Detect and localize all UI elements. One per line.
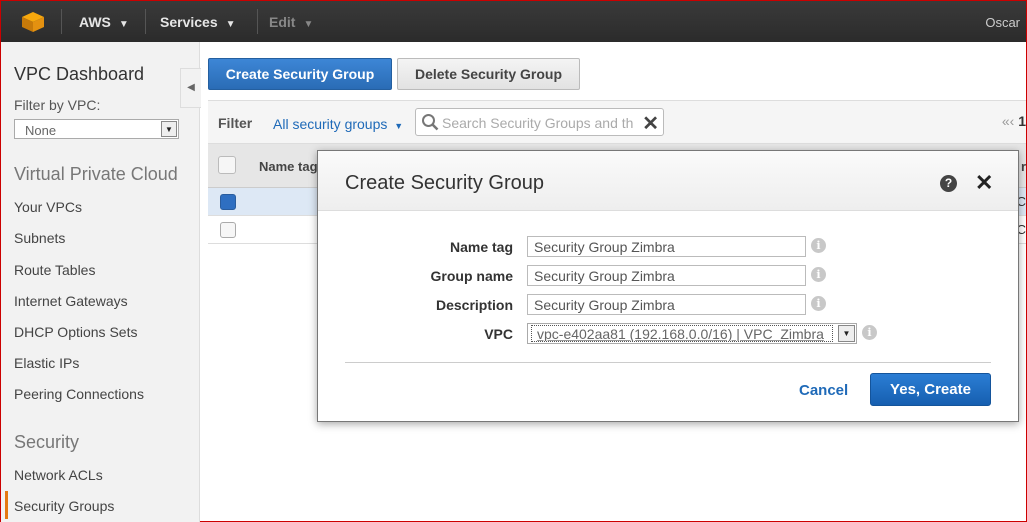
sidebar-title[interactable]: VPC Dashboard bbox=[14, 64, 144, 85]
vpc-select-value: vpc-e402aa81 (192.168.0.0/16) | VPC_Zimb… bbox=[531, 325, 833, 342]
search-icon bbox=[422, 114, 439, 131]
vpc-label: VPC bbox=[484, 326, 513, 342]
sidebar-item-your-vpcs[interactable]: Your VPCs bbox=[14, 199, 82, 215]
column-header-edge: r bbox=[1020, 159, 1026, 174]
collapse-sidebar-button[interactable]: ◀ bbox=[180, 68, 201, 108]
aws-menu[interactable]: AWS ▼ bbox=[79, 14, 129, 30]
dropdown-arrow-icon: ▼ bbox=[161, 121, 177, 137]
filter-dropdown[interactable]: All security groups ▼ bbox=[273, 116, 403, 132]
sidebar-item-security-groups[interactable]: Security Groups bbox=[14, 498, 114, 514]
dropdown-arrow-icon[interactable]: ▼ bbox=[838, 325, 855, 342]
aws-cube-icon[interactable] bbox=[21, 11, 45, 33]
vpc-select[interactable]: vpc-e402aa81 (192.168.0.0/16) | VPC_Zimb… bbox=[527, 323, 857, 344]
select-all-checkbox[interactable] bbox=[218, 156, 236, 174]
cancel-button[interactable]: Cancel bbox=[799, 382, 848, 399]
help-icon[interactable]: ? bbox=[940, 175, 957, 192]
filter-by-vpc-select[interactable]: None ▼ bbox=[14, 119, 179, 139]
dialog-header: Create Security Group ? ✕ bbox=[318, 151, 1018, 211]
sidebar: VPC Dashboard Filter by VPC: None ▼ Virt… bbox=[1, 42, 200, 522]
description-label: Description bbox=[435, 297, 513, 313]
info-icon[interactable]: i bbox=[862, 325, 877, 340]
sidebar-item-subnets[interactable]: Subnets bbox=[14, 230, 65, 246]
filter-by-vpc-label: Filter by VPC: bbox=[14, 97, 101, 113]
edit-menu[interactable]: Edit ▼ bbox=[269, 14, 313, 30]
info-icon[interactable]: i bbox=[811, 267, 826, 282]
chevron-down-icon: ▼ bbox=[225, 19, 236, 30]
dialog-title: Create Security Group bbox=[345, 172, 544, 194]
sidebar-item-dhcp-options-sets[interactable]: DHCP Options Sets bbox=[14, 324, 137, 340]
nav-separator bbox=[257, 9, 258, 34]
chevron-down-icon: ▼ bbox=[394, 121, 404, 131]
name-tag-label: Name tag bbox=[449, 239, 513, 255]
first-prev-page-icon[interactable]: «‹ bbox=[1002, 113, 1014, 129]
row-checkbox[interactable] bbox=[220, 222, 236, 238]
create-security-group-dialog: Create Security Group ? ✕ Name tag Secur… bbox=[317, 150, 1019, 422]
sidebar-item-peering-connections[interactable]: Peering Connections bbox=[14, 386, 144, 402]
nav-separator bbox=[61, 9, 62, 34]
nav-separator bbox=[145, 9, 146, 34]
top-nav-bar: AWS ▼ Services ▼ Edit ▼ Oscar bbox=[1, 1, 1026, 42]
delete-security-group-button[interactable]: Delete Security Group bbox=[397, 58, 580, 90]
close-icon[interactable]: ✕ bbox=[975, 170, 993, 196]
current-page: 1 bbox=[1018, 113, 1026, 129]
clear-search-icon[interactable]: ✕ bbox=[642, 111, 659, 136]
description-input[interactable]: Security Group Zimbra bbox=[527, 294, 806, 315]
filter-dropdown-label: All security groups bbox=[273, 116, 388, 132]
chevron-down-icon: ▼ bbox=[303, 19, 314, 30]
yes-create-button[interactable]: Yes, Create bbox=[870, 373, 991, 406]
chevron-left-icon: ◀ bbox=[187, 82, 195, 93]
dialog-divider bbox=[345, 362, 991, 363]
filter-label: Filter bbox=[218, 115, 253, 131]
row-checkbox[interactable] bbox=[220, 194, 236, 210]
group-name-input[interactable]: Security Group Zimbra bbox=[527, 265, 806, 286]
filter-bar: Filter All security groups ▼ Search Secu… bbox=[208, 100, 1026, 144]
pagination[interactable]: «‹ 1 bbox=[1002, 113, 1026, 129]
services-menu[interactable]: Services ▼ bbox=[160, 14, 236, 30]
aws-menu-label: AWS bbox=[79, 14, 111, 30]
filter-by-vpc-value: None bbox=[25, 123, 57, 138]
user-menu[interactable]: Oscar bbox=[985, 15, 1020, 30]
active-item-indicator bbox=[5, 491, 8, 519]
info-icon[interactable]: i bbox=[811, 296, 826, 311]
sidebar-item-elastic-ips[interactable]: Elastic IPs bbox=[14, 355, 79, 371]
section-security: Security bbox=[14, 432, 80, 452]
edit-menu-label: Edit bbox=[269, 14, 296, 30]
sidebar-item-network-acls[interactable]: Network ACLs bbox=[14, 467, 103, 483]
search-box[interactable]: Search Security Groups and th ✕ bbox=[415, 108, 664, 136]
sidebar-item-route-tables[interactable]: Route Tables bbox=[14, 262, 95, 278]
group-name-label: Group name bbox=[430, 268, 513, 284]
section-virtual-private-cloud: Virtual Private Cloud bbox=[14, 164, 178, 184]
chevron-down-icon: ▼ bbox=[118, 19, 129, 30]
search-input[interactable]: Search Security Groups and th bbox=[442, 115, 638, 131]
name-tag-input[interactable]: Security Group Zimbra bbox=[527, 236, 806, 257]
sidebar-item-internet-gateways[interactable]: Internet Gateways bbox=[14, 293, 128, 309]
info-icon[interactable]: i bbox=[811, 238, 826, 253]
services-menu-label: Services bbox=[160, 14, 218, 30]
create-security-group-button[interactable]: Create Security Group bbox=[208, 58, 392, 90]
column-name-tag[interactable]: Name tag bbox=[259, 159, 318, 174]
